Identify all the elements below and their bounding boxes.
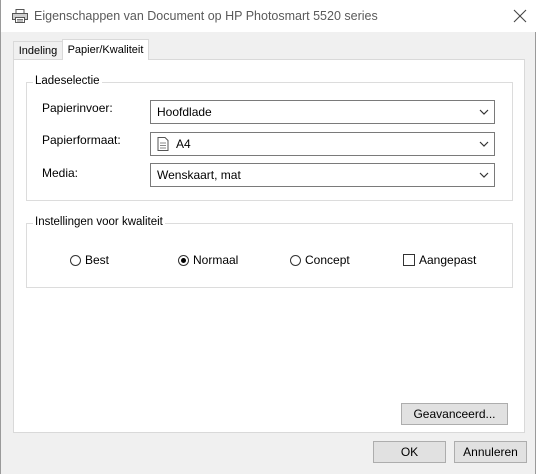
chevron-down-icon: [479, 141, 489, 147]
chevron-down-icon: [479, 172, 489, 178]
media-select[interactable]: Wenskaart, mat: [150, 163, 495, 187]
radio-normaal[interactable]: [178, 255, 189, 266]
media-value: Wenskaart, mat: [157, 168, 241, 182]
paper-size-select[interactable]: A4: [150, 132, 495, 156]
ok-button[interactable]: OK: [373, 441, 446, 463]
tab-panel-papier-kwaliteit: Ladeselectie Papierinvoer: Hoofdlade Pap…: [13, 59, 525, 433]
paper-source-value: Hoofdlade: [157, 105, 212, 119]
title-bar[interactable]: Eigenschappen van Document op HP Photosm…: [1, 0, 536, 32]
paper-size-label: Papierformaat:: [42, 133, 121, 147]
checkbox-aangepast[interactable]: [403, 254, 415, 266]
tray-selection-title: Ladeselectie: [33, 75, 102, 87]
chevron-down-icon: [479, 109, 489, 115]
paper-source-select[interactable]: Hoofdlade: [150, 100, 495, 124]
radio-best[interactable]: [70, 255, 81, 266]
radio-concept[interactable]: [290, 255, 301, 266]
document-icon: [157, 137, 169, 151]
paper-source-label: Papierinvoer:: [42, 101, 113, 115]
paper-size-value: A4: [176, 137, 191, 151]
quality-settings-title: Instellingen voor kwaliteit: [33, 216, 165, 228]
tab-indeling[interactable]: Indeling: [13, 41, 63, 59]
media-label: Media:: [42, 166, 79, 180]
close-icon[interactable]: [511, 7, 529, 25]
printer-properties-dialog: Eigenschappen van Document op HP Photosm…: [0, 0, 536, 474]
printer-icon: [12, 9, 28, 23]
tab-papier-kwaliteit[interactable]: Papier/Kwaliteit: [62, 39, 149, 60]
window-title: Eigenschappen van Document op HP Photosm…: [34, 9, 378, 23]
advanced-button[interactable]: Geavanceerd...: [401, 403, 508, 425]
cancel-button[interactable]: Annuleren: [454, 441, 527, 463]
